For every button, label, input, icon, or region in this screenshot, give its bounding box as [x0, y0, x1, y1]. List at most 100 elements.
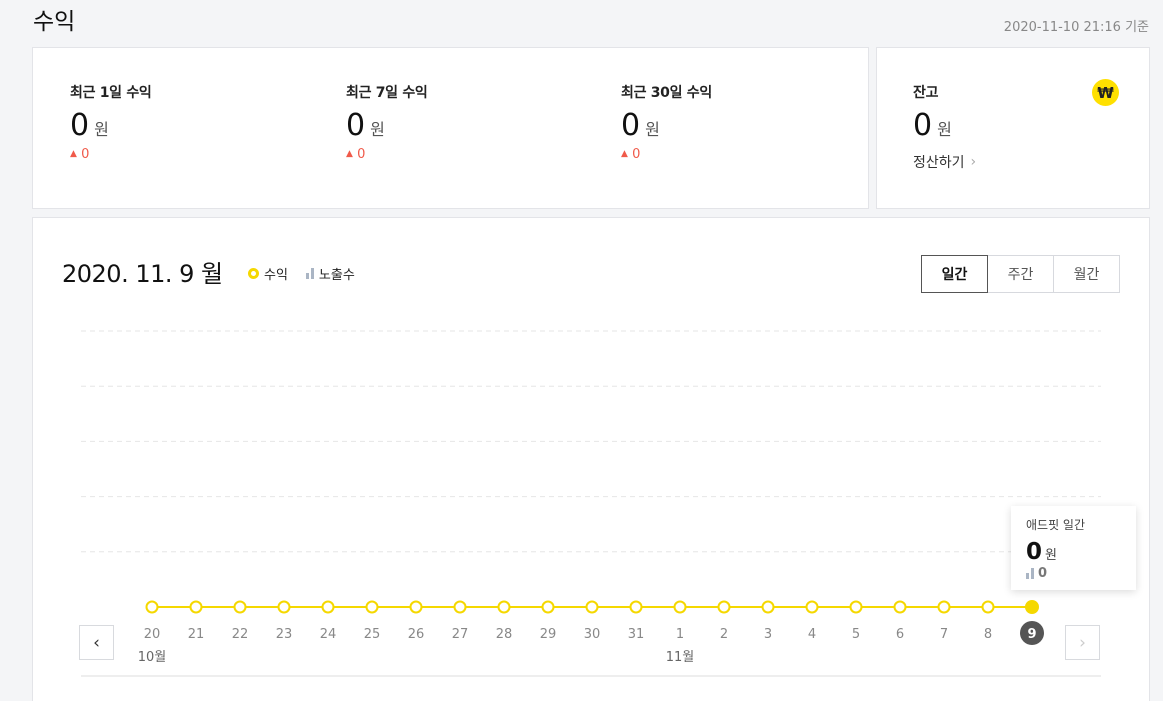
- stat-value: 0 원: [621, 108, 712, 143]
- tab-weekly[interactable]: 주간: [987, 255, 1054, 293]
- x-tick-label: 22: [232, 627, 249, 642]
- stat-unit: 원: [645, 120, 660, 139]
- revenue-point: [893, 600, 907, 614]
- revenue-point: [673, 600, 687, 614]
- data-basis-timestamp: 2020-11-10 21:16 기준: [1003, 20, 1149, 35]
- chevron-right-icon: ›: [1079, 632, 1086, 653]
- stat-value: 0 원: [346, 108, 428, 143]
- prev-period-button[interactable]: ‹: [79, 625, 114, 660]
- next-period-button[interactable]: ›: [1065, 625, 1100, 660]
- revenue-point: [541, 600, 555, 614]
- ring-icon: [248, 268, 259, 279]
- revenue-point: [981, 600, 995, 614]
- x-tick-label: 24: [320, 627, 337, 642]
- stat-delta-value: 0: [357, 147, 366, 162]
- stat-1day: 최근 1일 수익 0 원 ▲ 0: [70, 82, 152, 162]
- revenue-point: [497, 600, 511, 614]
- x-tick-label: 9: [1027, 627, 1036, 642]
- chevron-right-icon: ›: [970, 154, 977, 170]
- x-tick-label: 23: [276, 627, 293, 642]
- tooltip-number: 0: [1026, 539, 1043, 565]
- x-tick-label: 30: [584, 627, 601, 642]
- revenue-point: [409, 600, 423, 614]
- stat-label: 최근 30일 수익: [621, 85, 712, 101]
- x-tick-label: 3: [764, 627, 772, 642]
- revenue-chart-card: 20 21 22 23 24 25 26 27 28 29 30 31 1 2 3 4 5 6 7 8 9 10월 11월 …: [32, 217, 1150, 701]
- balance-card: 잔고 0 원 정산하기 › ₩: [876, 47, 1150, 209]
- chart-date: 2020. 11. 9 월: [62, 260, 223, 288]
- x-tick-label: 20: [144, 627, 161, 642]
- balance-value: 0 원: [913, 108, 976, 143]
- settle-label: 정산하기: [913, 155, 965, 171]
- x-tick-label: 26: [408, 627, 425, 642]
- stat-delta: ▲ 0: [346, 147, 428, 162]
- balance-label: 잔고: [913, 85, 939, 101]
- up-arrow-icon: ▲: [621, 149, 628, 159]
- x-tick-label: 8: [984, 627, 992, 642]
- chart-legend: 수익 노출수: [248, 264, 355, 283]
- stat-unit: 원: [370, 120, 385, 139]
- legend-impressions: 노출수: [305, 264, 355, 283]
- legend-revenue: 수익: [248, 264, 288, 283]
- revenue-point: [717, 600, 731, 614]
- revenue-point: [145, 600, 159, 614]
- revenue-point: [849, 600, 863, 614]
- legend-revenue-label: 수익: [264, 268, 288, 283]
- chevron-left-icon: ‹: [93, 632, 100, 653]
- chart-tooltip: 애드핏 일간 0 원 0: [1011, 506, 1136, 590]
- tooltip-title: 애드핏 일간: [1026, 518, 1086, 532]
- period-tabs: 일간 주간 월간: [921, 255, 1120, 293]
- revenue-point: [365, 600, 379, 614]
- balance-stat: 잔고 0 원 정산하기 ›: [913, 82, 976, 172]
- revenue-point: [629, 600, 643, 614]
- stat-delta-value: 0: [81, 147, 90, 162]
- tab-monthly[interactable]: 월간: [1053, 255, 1120, 293]
- x-tick-label: 4: [808, 627, 816, 642]
- stat-delta-value: 0: [632, 147, 641, 162]
- balance-number: 0: [913, 108, 933, 143]
- stat-delta: ▲ 0: [621, 147, 712, 162]
- x-tick-label: 29: [540, 627, 557, 642]
- up-arrow-icon: ▲: [346, 149, 353, 159]
- tab-daily[interactable]: 일간: [921, 255, 988, 293]
- x-tick-label: 31: [628, 627, 645, 642]
- revenue-point: [321, 600, 335, 614]
- revenue-point: [233, 600, 247, 614]
- revenue-point: [277, 600, 291, 614]
- bar-chart-icon: [305, 268, 314, 279]
- x-tick-label: 2: [720, 627, 728, 642]
- legend-impressions-label: 노출수: [318, 268, 355, 283]
- stat-number: 0: [70, 108, 90, 143]
- x-tick-label: 21: [188, 627, 205, 642]
- x-tick-label: 1: [676, 627, 684, 642]
- stat-7day: 최근 7일 수익 0 원 ▲ 0: [346, 82, 428, 162]
- x-tick-label: 28: [496, 627, 513, 642]
- stat-label: 최근 7일 수익: [346, 85, 428, 101]
- stat-number: 0: [346, 108, 366, 143]
- tooltip-impressions-value: 0: [1038, 566, 1048, 581]
- revenue-point: [585, 600, 599, 614]
- tooltip-value: 0 원: [1026, 539, 1121, 565]
- stat-delta: ▲ 0: [70, 147, 152, 162]
- bar-chart-icon: [1026, 568, 1034, 579]
- stat-30day: 최근 30일 수익 0 원 ▲ 0: [621, 82, 712, 162]
- x-tick-label: 7: [940, 627, 948, 642]
- x-tick-label: 6: [896, 627, 904, 642]
- stat-unit: 원: [94, 120, 109, 139]
- balance-unit: 원: [937, 120, 952, 139]
- stat-number: 0: [621, 108, 641, 143]
- stat-label: 최근 1일 수익: [70, 85, 152, 101]
- revenue-point: [453, 600, 467, 614]
- revenue-point: [1025, 600, 1039, 614]
- month-label: 10월: [138, 650, 167, 665]
- x-tick-label: 5: [852, 627, 860, 642]
- x-tick-label: 27: [452, 627, 469, 642]
- revenue-point: [805, 600, 819, 614]
- settle-link[interactable]: 정산하기 ›: [913, 152, 976, 172]
- up-arrow-icon: ▲: [70, 149, 77, 159]
- page-title: 수익: [33, 9, 76, 35]
- revenue-point: [189, 600, 203, 614]
- won-coin-icon: ₩: [1092, 79, 1119, 106]
- month-label: 11월: [666, 650, 695, 665]
- tooltip-unit: 원: [1045, 548, 1057, 563]
